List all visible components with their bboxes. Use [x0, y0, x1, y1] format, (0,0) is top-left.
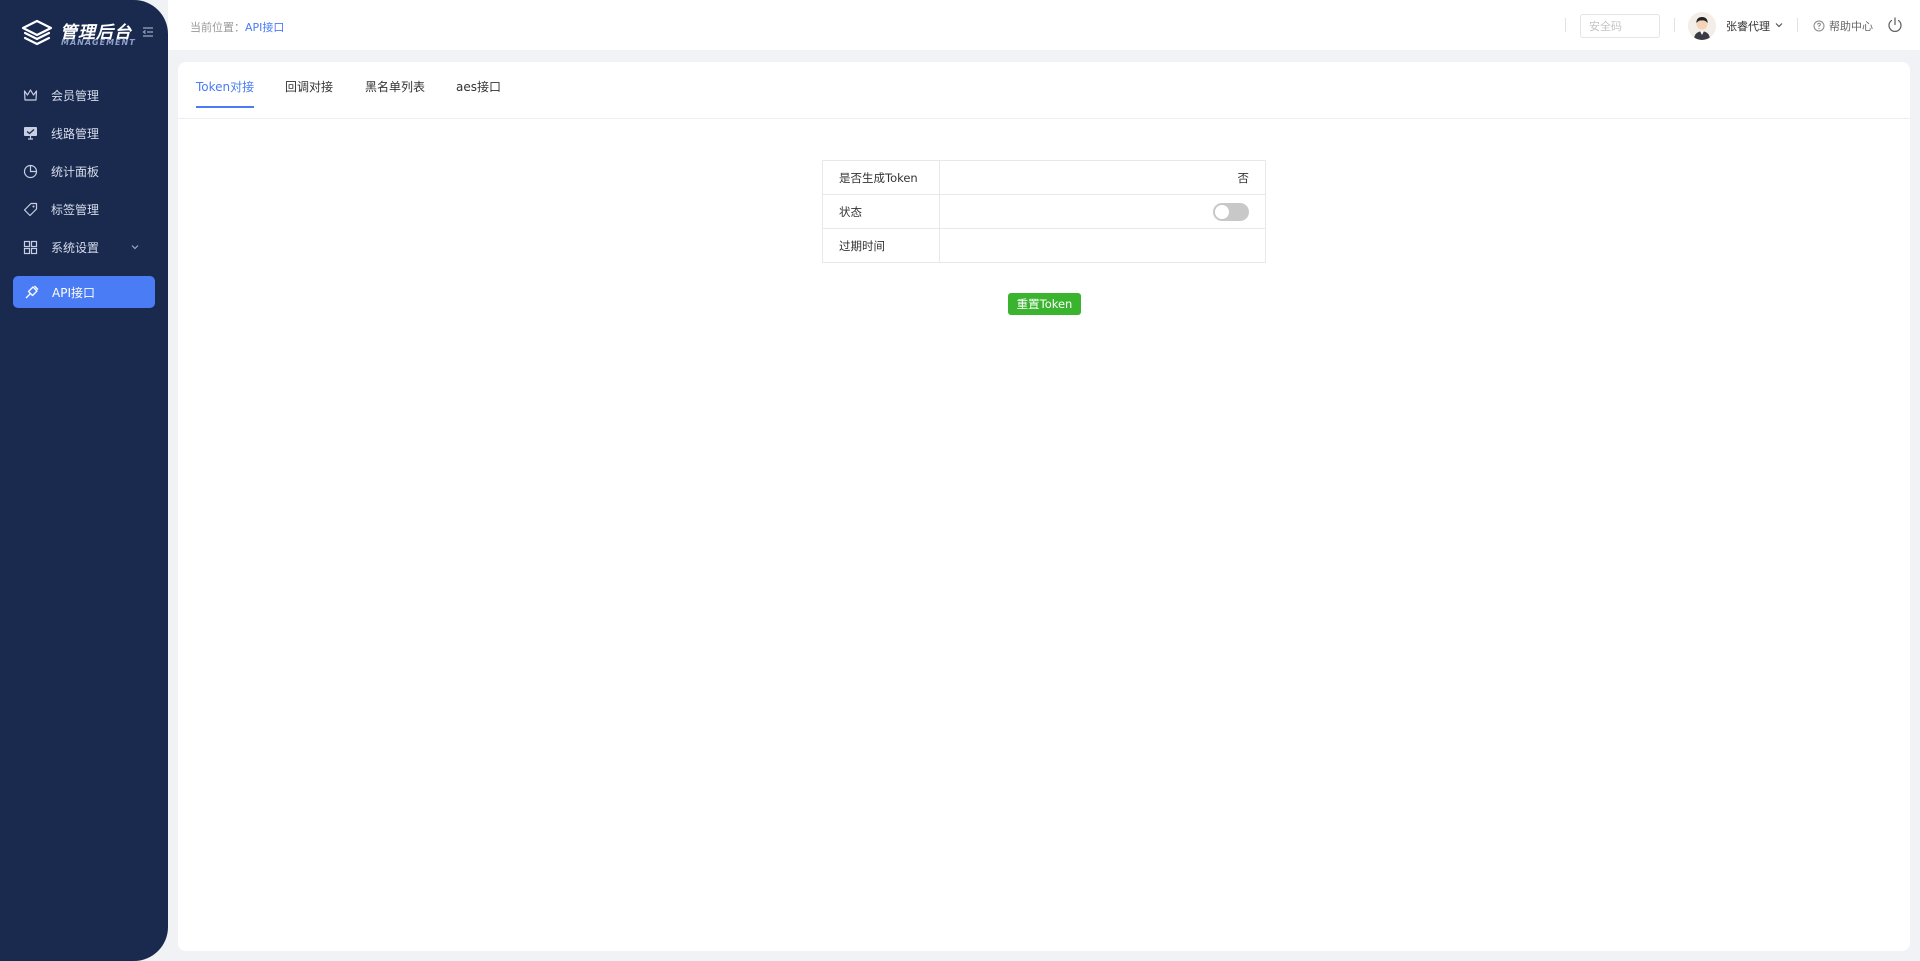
table-row: 是否生成Token 否 — [822, 160, 1266, 195]
tab-bar: Token对接 回调对接 黑名单列表 aes接口 — [178, 62, 1910, 119]
tab-label: 回调对接 — [285, 80, 334, 94]
sidebar-item-stats[interactable]: 统计面板 — [0, 152, 168, 190]
crown-icon — [22, 87, 38, 103]
sidebar-item-system-settings[interactable]: 系统设置 — [0, 228, 168, 266]
table-row: 过期时间 — [822, 228, 1266, 263]
help-center-link[interactable]: 帮助中心 — [1813, 18, 1873, 34]
tab-active-indicator — [196, 106, 255, 108]
sidebar-item-label: 系统设置 — [51, 240, 100, 255]
tab-token[interactable]: Token对接 — [181, 78, 269, 108]
sidebar-item-api[interactable]: API接口 — [13, 276, 155, 308]
tab-label: Token对接 — [196, 80, 255, 94]
grid-icon — [22, 239, 38, 255]
tab-label: aes接口 — [456, 80, 501, 94]
sidebar: 管理后台 MANAGEMENT 会员管理 线路管理 统计面板 标签管理 系统设置… — [0, 0, 168, 961]
sidebar-item-label: 统计面板 — [51, 164, 100, 179]
monitor-icon — [22, 125, 38, 141]
row-value — [939, 228, 1266, 263]
row-label: 状态 — [822, 194, 940, 229]
toggle-knob — [1215, 204, 1229, 219]
security-code-input[interactable] — [1580, 14, 1660, 38]
reset-token-button[interactable]: 重置Token — [1008, 293, 1081, 315]
breadcrumb-current[interactable]: API接口 — [245, 21, 284, 34]
breadcrumb-prefix: 当前位置： — [190, 21, 245, 34]
tab-label: 黑名单列表 — [365, 80, 426, 94]
user-name[interactable]: 张睿代理 — [1726, 18, 1770, 34]
row-value: 否 — [939, 160, 1266, 195]
sidebar-item-tags[interactable]: 标签管理 — [0, 190, 168, 228]
row-label: 过期时间 — [822, 228, 940, 263]
header-divider — [1674, 18, 1675, 32]
tab-callback[interactable]: 回调对接 — [285, 78, 333, 108]
menu-spacer — [0, 266, 168, 276]
sidebar-item-members[interactable]: 会员管理 — [0, 76, 168, 114]
header-divider — [1565, 18, 1566, 32]
pie-chart-icon — [22, 163, 38, 179]
status-toggle[interactable] — [1213, 202, 1249, 221]
help-center-label: 帮助中心 — [1829, 20, 1873, 33]
sidebar-item-label: 标签管理 — [51, 202, 100, 217]
brand-logo: 管理后台 MANAGEMENT — [20, 16, 160, 50]
chevron-down-icon — [131, 245, 139, 250]
help-circle-icon — [1813, 20, 1825, 32]
header-divider — [1797, 18, 1798, 32]
tab-blacklist[interactable]: 黑名单列表 — [365, 78, 425, 108]
row-value — [939, 194, 1266, 229]
layers-logo-icon — [21, 19, 53, 46]
brand-subtitle: MANAGEMENT — [61, 38, 136, 47]
power-icon[interactable] — [1886, 16, 1904, 34]
plug-icon — [23, 284, 39, 300]
table-row: 状态 — [822, 194, 1266, 229]
chevron-down-icon[interactable] — [1774, 20, 1784, 30]
sidebar-item-label: 会员管理 — [51, 88, 100, 103]
menu-collapse-icon[interactable] — [142, 26, 154, 38]
sidebar-item-routes[interactable]: 线路管理 — [0, 114, 168, 152]
row-label: 是否生成Token — [822, 160, 940, 195]
breadcrumb: 当前位置：API接口 — [190, 19, 284, 35]
token-info-table: 是否生成Token 否 状态 过期时间 — [822, 160, 1266, 263]
tab-aes[interactable]: aes接口 — [456, 78, 501, 108]
avatar[interactable] — [1688, 12, 1716, 40]
sidebar-item-label: API接口 — [52, 285, 95, 300]
content-card: Token对接 回调对接 黑名单列表 aes接口 是否生成Token 否 状态 … — [178, 62, 1910, 951]
sidebar-menu: 会员管理 线路管理 统计面板 标签管理 系统设置 API接口 — [0, 76, 168, 308]
tag-icon — [22, 201, 38, 217]
sidebar-item-label: 线路管理 — [51, 126, 100, 141]
top-header: 当前位置：API接口 张睿代理 帮助中心 — [168, 0, 1920, 50]
